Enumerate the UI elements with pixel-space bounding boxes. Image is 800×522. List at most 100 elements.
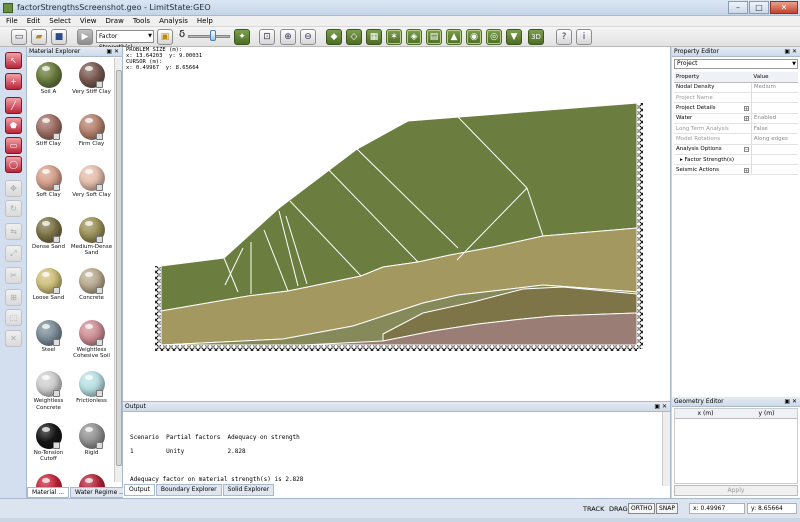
tab-water-regime[interactable]: Water Regime ... [70,487,130,498]
extrude-tool-icon[interactable]: ⬚ [5,309,22,326]
draw-vertex-icon[interactable]: + [5,73,22,90]
delta-slider-track[interactable] [188,35,230,38]
pin-icon[interactable]: ▣ ✕ [784,47,797,56]
menu-edit[interactable]: Edit [27,17,41,25]
move-tool-icon[interactable]: ✥ [5,180,22,197]
zoom-in-icon[interactable]: ⊕ [280,29,296,45]
expand-icon[interactable]: + [743,116,749,122]
material-item[interactable]: Very Stiff Clay [70,58,113,110]
merge-tool-icon[interactable]: ⊞ [5,289,22,306]
material-item[interactable]: Firm Clay [70,110,113,162]
menu-view[interactable]: View [80,17,97,25]
menu-help[interactable]: Help [197,17,213,25]
prop-seismic-actions[interactable]: Seismic Actions + [674,164,752,176]
prop-nodal-density-value[interactable]: Medium [750,82,798,94]
draw-line-icon[interactable]: ╱ [5,97,22,114]
open-folder-icon[interactable]: ▰ [31,29,47,45]
pin-icon[interactable]: ▣ ✕ [654,402,667,411]
show-labels-icon[interactable]: ▤ [426,29,442,45]
draw-rect-icon[interactable]: ▭ [5,137,22,154]
show-mesh-icon[interactable]: ◈ [406,29,422,45]
material-item[interactable]: Loose Sand [27,264,70,316]
lock-icon[interactable]: ▣ [157,29,173,45]
menu-select[interactable]: Select [49,17,71,25]
material-item[interactable]: Soft Clay [27,161,70,213]
delta-slider-thumb[interactable] [210,30,216,41]
minimize-button[interactable]: – [728,1,748,14]
material-item[interactable]: Medium-Dense Sand [70,213,113,265]
track-toggle[interactable]: TRACK [583,505,604,513]
show-mechanism-icon[interactable]: ◉ [466,29,482,45]
prop-model-rotations-value[interactable]: Along edges [750,133,798,145]
menu-analysis[interactable]: Analysis [159,17,188,25]
ortho-toggle[interactable]: ORTHO [628,503,656,514]
material-item[interactable]: Stiff Clay [27,110,70,162]
show-results-icon[interactable]: ◎ [486,29,502,45]
pin-icon[interactable]: ▣ ✕ [106,47,119,56]
material-item[interactable]: Very Soft Clay [70,161,113,213]
menu-draw[interactable]: Draw [106,17,124,25]
material-item[interactable]: No-Tension Cutoff [27,419,70,471]
geometry-view[interactable] [123,47,671,401]
draw-circle-icon[interactable]: ◯ [5,156,22,173]
material-item[interactable]: Rigid [70,419,113,471]
split-tool-icon[interactable]: ✂ [5,267,22,284]
new-file-icon[interactable]: ▭ [11,29,27,45]
output-scrollbar[interactable] [662,412,670,486]
material-item[interactable]: Weightless Cohesive Soil [70,316,113,368]
drawing-canvas[interactable]: PROBLEM SIZE (m): x: 13.64203 y: 9.00031… [123,47,671,401]
maximize-button[interactable]: □ [749,1,769,14]
select-tool-icon[interactable]: ↖ [5,52,22,69]
material-scrollbar[interactable] [114,58,122,482]
tab-material-explorer[interactable]: Material ... [27,487,70,498]
tab-solid-explorer[interactable]: Solid Explorer [222,484,275,496]
material-item[interactable]: Frictionless [70,367,113,419]
draw-boundary-icon[interactable]: ◇ [346,29,362,45]
save-icon[interactable]: ■ [51,29,67,45]
material-item[interactable]: Soil A [27,58,70,110]
zoom-fit-icon[interactable]: ⊡ [259,29,275,45]
draw-polygon-icon[interactable]: ⬟ [5,117,22,134]
delete-tool-icon[interactable]: ✕ [5,330,22,347]
prop-factor-strengths[interactable]: ▸ Factor Strength(s) [674,154,752,166]
menu-file[interactable]: File [6,17,18,25]
snap-toggle[interactable]: SNAP [656,503,679,514]
tab-output[interactable]: Output [124,484,155,496]
material-item[interactable]: Dense Sand [27,213,70,265]
menu-tools[interactable]: Tools [133,17,150,25]
grid-icon[interactable]: ▦ [366,29,382,45]
show-water-icon[interactable]: ▲ [446,29,462,45]
help-icon[interactable]: ? [556,29,572,45]
run-analysis-icon[interactable]: ▶ [77,29,93,45]
analysis-type-select[interactable]: Factor Strength(s) [96,30,154,51]
expand-icon[interactable]: + [743,106,749,112]
prop-project-details[interactable]: Project Details + [674,102,752,114]
rotate-tool-icon[interactable]: ↻ [5,200,22,217]
material-item[interactable]: Steel [27,316,70,368]
drag-toggle[interactable]: DRAG [609,505,628,513]
filter-icon[interactable]: ▼ [506,29,522,45]
draw-solid-icon[interactable]: ◆ [326,29,342,45]
selection-dropdown[interactable]: Project [674,59,798,69]
material-item[interactable]: Concrete [70,264,113,316]
scrollbar-thumb[interactable] [116,70,122,466]
adequacy-icon[interactable]: ✦ [234,29,250,45]
prop-water-value[interactable]: Enabled [750,113,798,124]
prop-analysis-options[interactable]: Analysis Options − [674,144,752,155]
scale-tool-icon[interactable]: ⤢ [5,245,22,262]
tab-boundary-explorer[interactable]: Boundary Explorer [155,484,222,496]
zoom-out-icon[interactable]: ⊖ [300,29,316,45]
prop-water[interactable]: Water + [674,113,752,124]
show-loads-icon[interactable]: ✶ [386,29,402,45]
pin-icon[interactable]: ▣ ✕ [784,397,797,406]
apply-button[interactable]: Apply [674,485,798,496]
prop-long-term-analysis-value[interactable]: False [750,123,798,135]
view-3d-icon[interactable]: 3D [528,29,544,45]
prop-project-name-value[interactable] [750,92,798,104]
mirror-tool-icon[interactable]: ⇋ [5,223,22,240]
close-button[interactable]: ✕ [770,1,798,14]
collapse-icon[interactable]: − [743,147,749,153]
material-item[interactable]: Weightless Concrete [27,367,70,419]
info-icon[interactable]: i [576,29,592,45]
expand-icon[interactable]: + [743,167,749,173]
